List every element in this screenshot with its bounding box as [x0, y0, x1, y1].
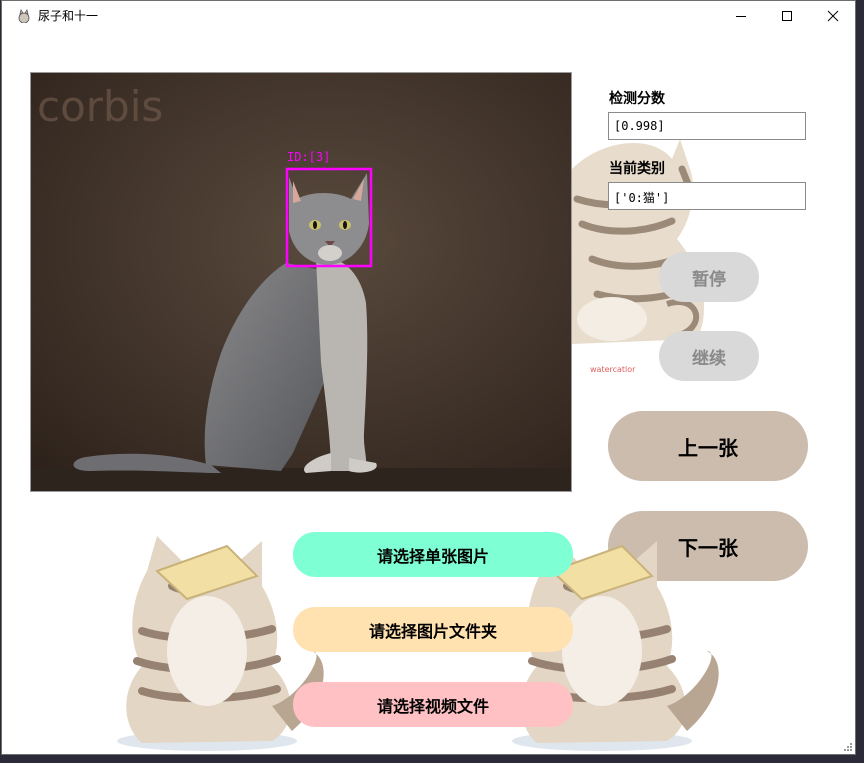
- minimize-button[interactable]: [718, 1, 764, 31]
- window-title: 尿子和十一: [38, 9, 99, 23]
- image-display: corbis ID:[3]: [30, 72, 572, 492]
- class-label: 当前类别: [609, 161, 665, 177]
- detection-label: ID:[3]: [287, 150, 330, 164]
- maximize-icon: [782, 11, 792, 21]
- maximize-button[interactable]: [764, 1, 810, 31]
- select-folder-button[interactable]: 请选择图片文件夹: [293, 607, 573, 652]
- score-field[interactable]: [0.998]: [608, 112, 806, 140]
- score-label: 检测分数: [609, 91, 665, 107]
- corbis-watermark: corbis: [37, 82, 163, 131]
- minimize-icon: [736, 16, 746, 17]
- sticker-caption: watercatlor: [590, 365, 636, 374]
- select-image-button[interactable]: 请选择单张图片: [293, 532, 573, 577]
- title-bar: 尿子和十一: [2, 1, 855, 31]
- resize-grip-icon[interactable]: [842, 741, 852, 751]
- detection-image: corbis ID:[3]: [31, 73, 571, 491]
- app-window: 尿子和十一 watercatlor corbis ID:[3] 检测分数 [0.…: [1, 0, 856, 755]
- resume-button[interactable]: 继续: [659, 331, 759, 381]
- cat-app-icon: [18, 9, 30, 23]
- close-icon: [827, 10, 839, 22]
- pause-button[interactable]: 暂停: [659, 252, 759, 302]
- select-video-button[interactable]: 请选择视频文件: [293, 682, 573, 727]
- class-field[interactable]: ['0:猫']: [608, 182, 806, 210]
- previous-image-button[interactable]: 上一张: [608, 411, 808, 481]
- close-button[interactable]: [810, 1, 856, 31]
